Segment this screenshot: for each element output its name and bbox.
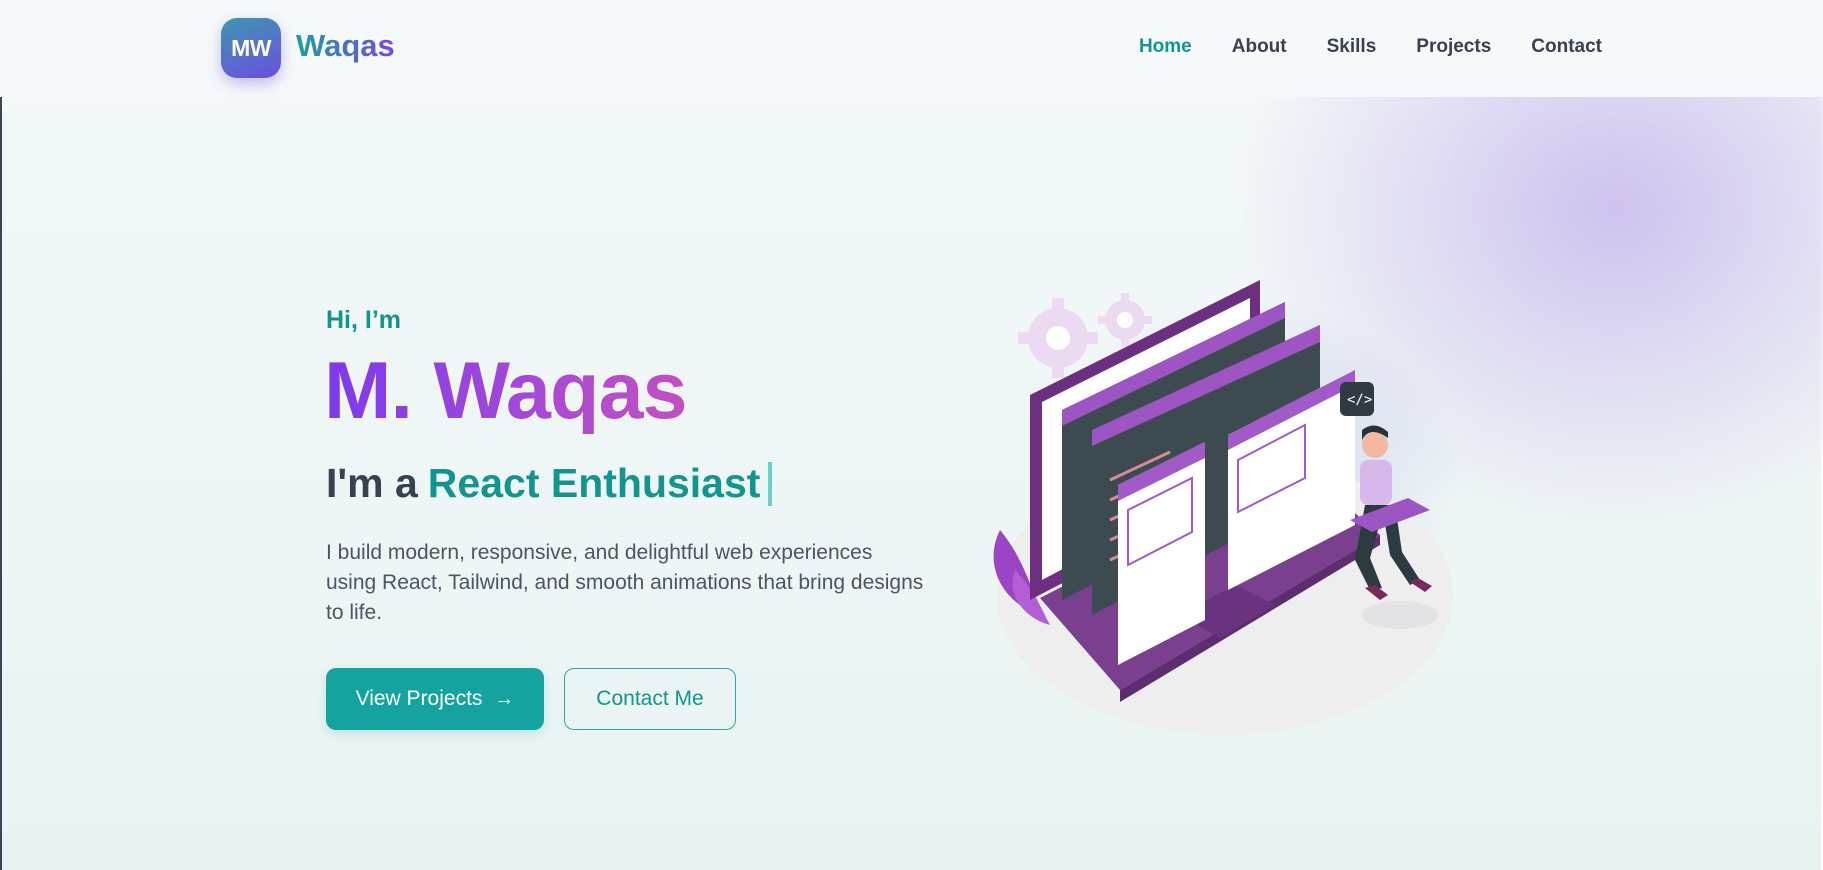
view-projects-label: View Projects	[355, 687, 483, 710]
left-window-edge	[0, 0, 2, 870]
nav-about[interactable]: About	[1232, 36, 1287, 58]
hero-name: M. Waqas	[324, 346, 688, 436]
nav-projects[interactable]: Projects	[1416, 36, 1491, 58]
brand-name[interactable]: Waqas	[296, 28, 395, 64]
hero-role: I'm a React Enthusiast	[326, 460, 773, 507]
hero-description: I build modern, responsive, and delightf…	[326, 541, 924, 624]
hero-greeting: Hi, I’m	[326, 306, 402, 334]
nav-contact[interactable]: Contact	[1531, 36, 1602, 58]
gear-icon	[1018, 298, 1098, 378]
role-highlight: React Enthusiast	[427, 460, 761, 506]
contact-me-button[interactable]: Contact Me	[564, 668, 736, 730]
view-projects-button[interactable]: View Projects →	[326, 668, 544, 730]
typing-caret	[768, 461, 773, 506]
svg-text:</>: </>	[1347, 392, 1372, 408]
role-prefix: I'm a	[326, 460, 418, 506]
logo-badge[interactable]: MW	[221, 18, 281, 78]
contact-me-label: Contact Me	[596, 687, 704, 710]
developer-laptop-illustration: </>	[970, 270, 1470, 740]
site-header: MW Waqas Home About Skills Projects Cont…	[0, 0, 1823, 97]
nav-home[interactable]: Home	[1139, 36, 1192, 58]
page: MW Waqas Home About Skills Projects Cont…	[0, 0, 1823, 870]
arrow-right-icon: →	[494, 687, 515, 710]
main-nav: Home About Skills Projects Contact	[1139, 36, 1602, 58]
nav-skills[interactable]: Skills	[1327, 36, 1377, 58]
